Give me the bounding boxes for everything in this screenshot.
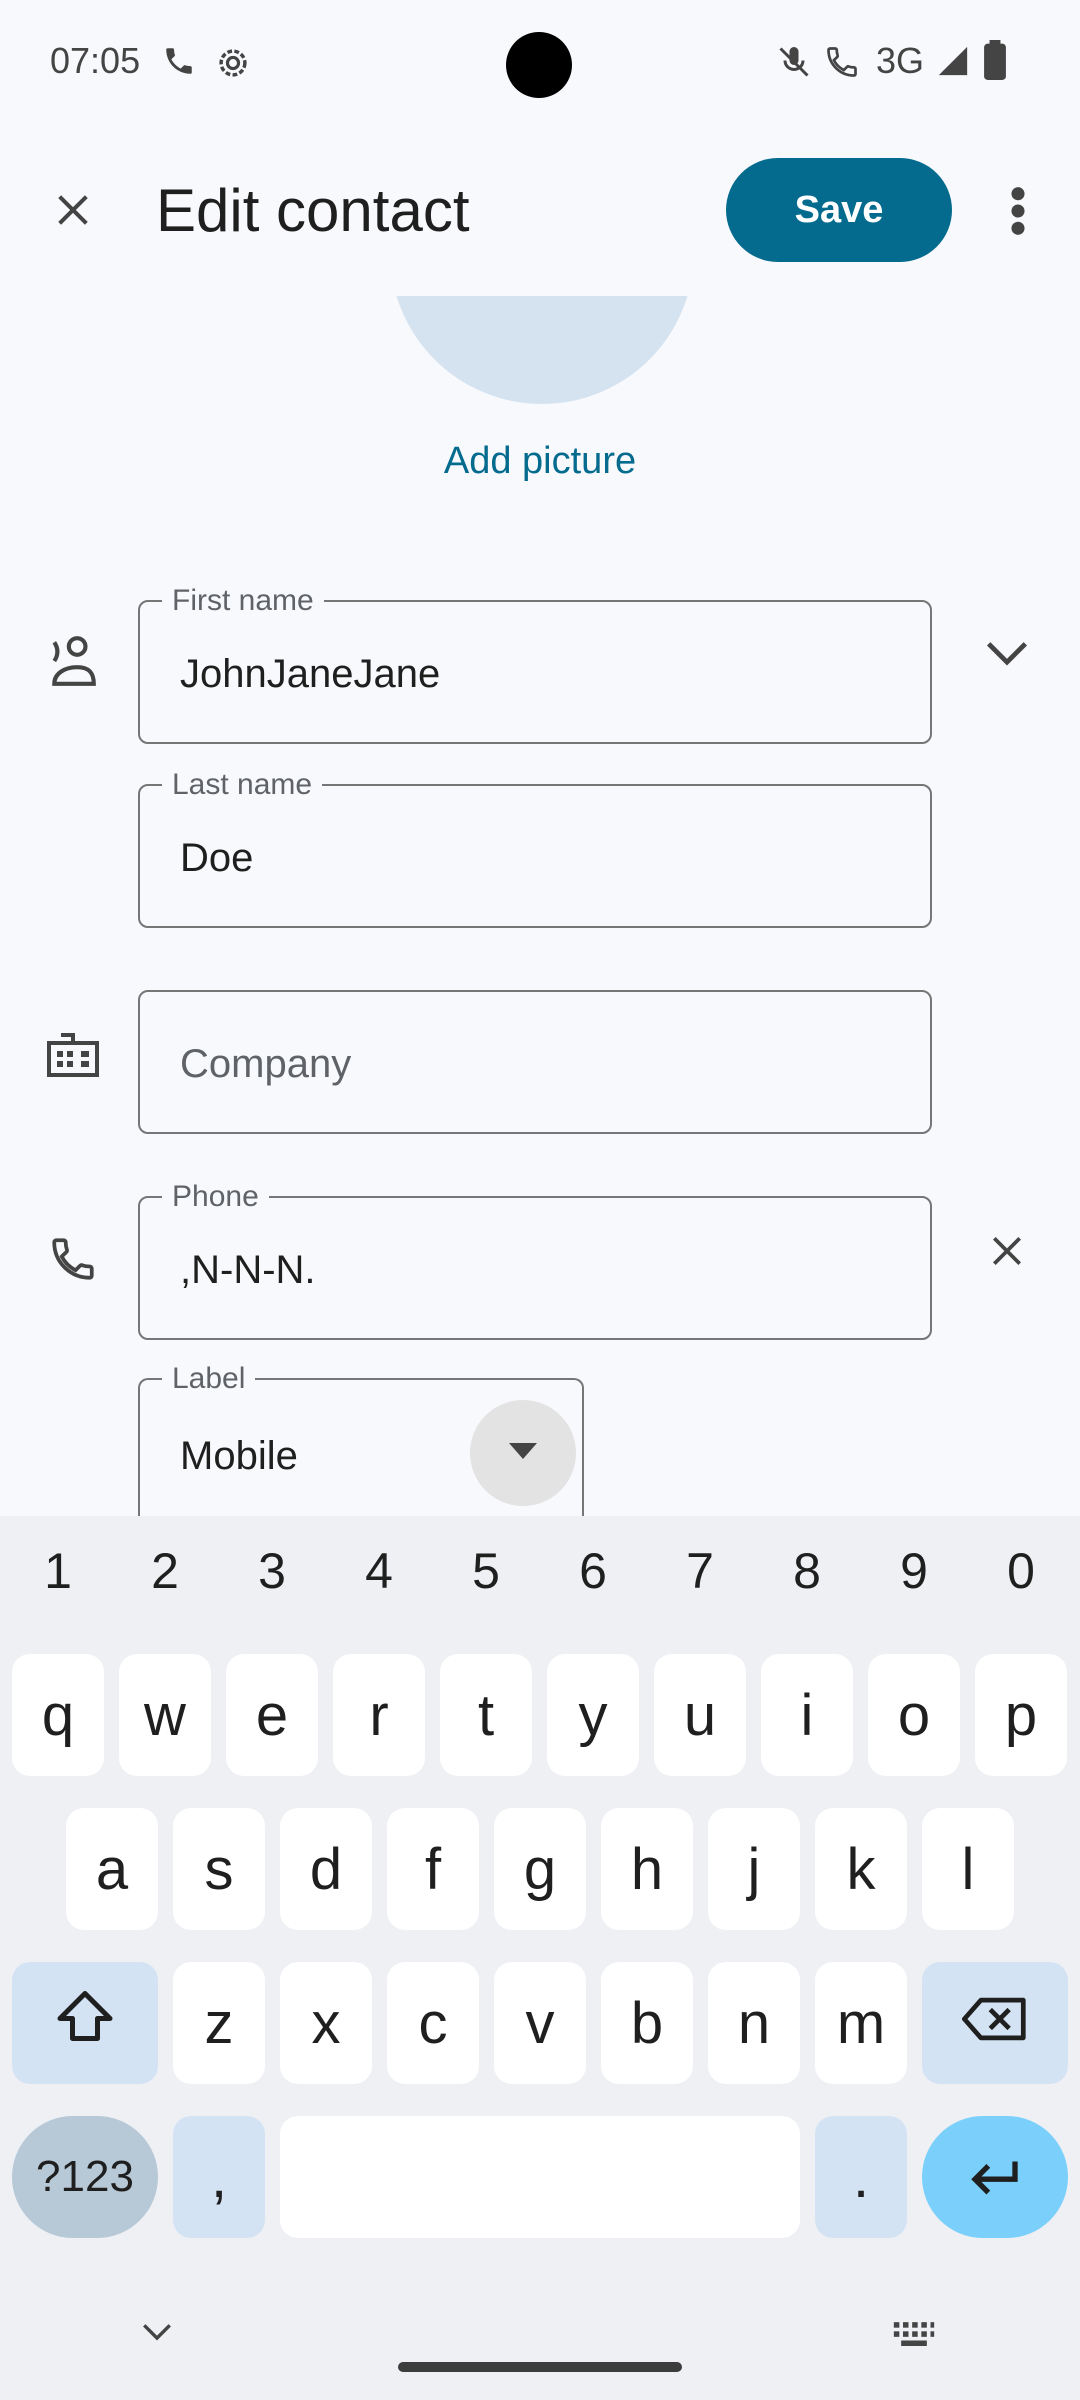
first-name-label: First name xyxy=(162,584,324,618)
key-n[interactable]: n xyxy=(708,1962,800,2084)
keyboard-icon xyxy=(892,2322,936,2354)
key-o[interactable]: o xyxy=(868,1654,960,1776)
key-2[interactable]: 2 xyxy=(111,1542,219,1642)
key-v[interactable]: v xyxy=(494,1962,586,2084)
key-t[interactable]: t xyxy=(440,1654,532,1776)
chevron-down-icon xyxy=(985,638,1029,673)
key-g[interactable]: g xyxy=(494,1808,586,1930)
key-c[interactable]: c xyxy=(387,1962,479,2084)
remove-phone-button[interactable] xyxy=(934,1180,1080,1326)
more-vert-icon xyxy=(1010,186,1026,241)
person-icon xyxy=(40,628,106,694)
chevron-down-icon xyxy=(140,2324,174,2346)
key-k[interactable]: k xyxy=(815,1808,907,1930)
phone-icon xyxy=(40,1226,106,1292)
mute-icon xyxy=(776,44,812,85)
key-3[interactable]: 3 xyxy=(218,1542,326,1642)
phone-label: Phone xyxy=(162,1180,269,1214)
key-h[interactable]: h xyxy=(601,1808,693,1930)
key-b[interactable]: b xyxy=(601,1962,693,2084)
status-time: 07:05 xyxy=(50,40,141,81)
network-type: 3G xyxy=(876,40,925,81)
hide-keyboard-button[interactable] xyxy=(140,2320,188,2356)
phone-field[interactable]: Phone ,N-N-N. xyxy=(138,1180,932,1340)
key-w[interactable]: w xyxy=(119,1654,211,1776)
key-e[interactable]: e xyxy=(226,1654,318,1776)
phone-type-label: Label xyxy=(162,1362,256,1396)
key-f[interactable]: f xyxy=(387,1808,479,1930)
page-title: Edit contact xyxy=(156,177,470,244)
last-name-label: Last name xyxy=(162,768,323,802)
enter-icon xyxy=(967,2144,1023,2211)
backspace-icon xyxy=(962,1990,1028,2057)
key-i[interactable]: i xyxy=(761,1654,853,1776)
company-field[interactable]: Company xyxy=(138,990,932,1134)
keyboard-switch-button[interactable] xyxy=(892,2320,940,2356)
key-8[interactable]: 8 xyxy=(753,1542,861,1642)
home-gesture-handle[interactable] xyxy=(398,2362,682,2372)
first-name-field[interactable]: First name JohnJaneJane xyxy=(138,584,932,744)
enter-key[interactable] xyxy=(922,2116,1068,2238)
key-q[interactable]: q xyxy=(12,1654,104,1776)
key-d[interactable]: d xyxy=(280,1808,372,1930)
key-l[interactable]: l xyxy=(922,1808,1014,1930)
first-name-value: JohnJaneJane xyxy=(180,652,441,696)
avatar xyxy=(390,296,694,404)
battery-icon xyxy=(984,40,1006,85)
camera-cutout xyxy=(506,32,572,98)
shift-key[interactable] xyxy=(12,1962,158,2084)
key-z[interactable]: z xyxy=(173,1962,265,2084)
symbols-key[interactable]: ?123 xyxy=(12,2116,158,2238)
period-key[interactable]: . xyxy=(815,2116,907,2238)
key-u[interactable]: u xyxy=(654,1654,746,1776)
company-placeholder: Company xyxy=(180,1042,352,1086)
add-picture-button[interactable]: Add picture xyxy=(406,440,674,500)
phone-value: ,N-N-N. xyxy=(180,1248,316,1292)
key-4[interactable]: 4 xyxy=(325,1542,433,1642)
close-icon xyxy=(53,190,93,235)
expand-name-button[interactable] xyxy=(934,582,1080,728)
arrow-drop-down-icon xyxy=(509,1442,537,1464)
keyboard: 1 2 3 4 5 6 7 8 9 0 q w e r t y u i o p … xyxy=(0,1516,1080,2400)
comma-key[interactable]: , xyxy=(173,2116,265,2238)
save-button[interactable]: Save xyxy=(726,158,952,262)
signal-icon xyxy=(936,44,970,83)
contact-photo[interactable] xyxy=(380,296,700,404)
close-icon xyxy=(988,1232,1026,1275)
last-name-value: Doe xyxy=(180,836,254,880)
shift-icon xyxy=(55,1988,115,2058)
phone-type-value: Mobile xyxy=(180,1434,298,1478)
key-r[interactable]: r xyxy=(333,1654,425,1776)
backspace-key[interactable] xyxy=(922,1962,1068,2084)
space-key[interactable] xyxy=(280,2116,800,2238)
key-x[interactable]: x xyxy=(280,1962,372,2084)
company-icon xyxy=(40,1022,106,1088)
key-m[interactable]: m xyxy=(815,1962,907,2084)
key-a[interactable]: a xyxy=(66,1808,158,1930)
close-button[interactable] xyxy=(0,138,146,286)
key-0[interactable]: 0 xyxy=(967,1542,1075,1642)
key-1[interactable]: 1 xyxy=(4,1542,112,1642)
key-7[interactable]: 7 xyxy=(646,1542,754,1642)
key-5[interactable]: 5 xyxy=(432,1542,540,1642)
key-j[interactable]: j xyxy=(708,1808,800,1930)
settings-icon xyxy=(214,44,252,87)
phone-icon xyxy=(162,44,196,83)
phone-type-dropdown[interactable] xyxy=(470,1400,576,1506)
status-bar: 07:05 3G xyxy=(0,0,1080,128)
key-s[interactable]: s xyxy=(173,1808,265,1930)
key-y[interactable]: y xyxy=(547,1654,639,1776)
key-p[interactable]: p xyxy=(975,1654,1067,1776)
last-name-field[interactable]: Last name Doe xyxy=(138,768,932,928)
top-app-bar: Edit contact Save xyxy=(0,128,1080,296)
key-9[interactable]: 9 xyxy=(860,1542,968,1642)
key-6[interactable]: 6 xyxy=(539,1542,647,1642)
wifi-call-icon xyxy=(824,44,860,85)
more-options-button[interactable] xyxy=(956,148,1080,278)
